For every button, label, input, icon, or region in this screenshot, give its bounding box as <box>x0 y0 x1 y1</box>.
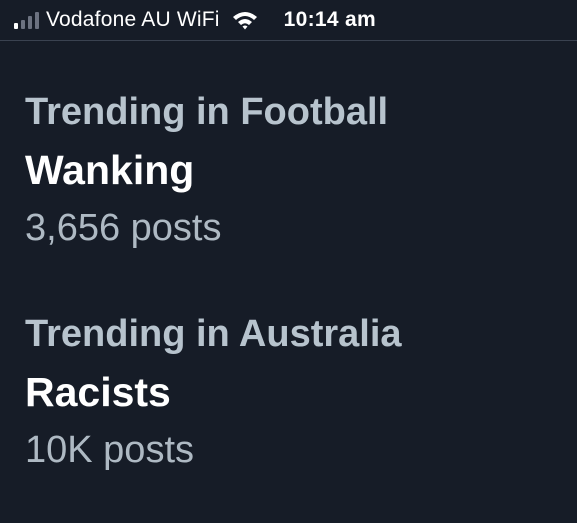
clock-time: 10:14 am <box>283 8 376 31</box>
trend-context: Trending in Football <box>25 91 389 133</box>
wifi-icon <box>232 12 257 30</box>
trend-post-count: 3,656 posts <box>25 207 222 249</box>
trend-topic[interactable]: Racists <box>25 364 565 420</box>
trend-post-count: 10K posts <box>25 429 194 471</box>
signal-icon <box>14 11 39 29</box>
status-divider <box>0 40 577 41</box>
trend-item[interactable]: Trending in Football Wanking 3,656 posts <box>25 88 565 254</box>
trend-context: Trending in Australia <box>25 313 402 355</box>
carrier-name: Vodafone AU WiFi <box>46 8 220 31</box>
trend-item[interactable]: Trending in Australia Racists 10K posts <box>25 310 565 476</box>
trend-topic[interactable]: Wanking <box>25 142 565 198</box>
status-bar: Vodafone AU WiFi 10:14 am <box>0 0 577 40</box>
